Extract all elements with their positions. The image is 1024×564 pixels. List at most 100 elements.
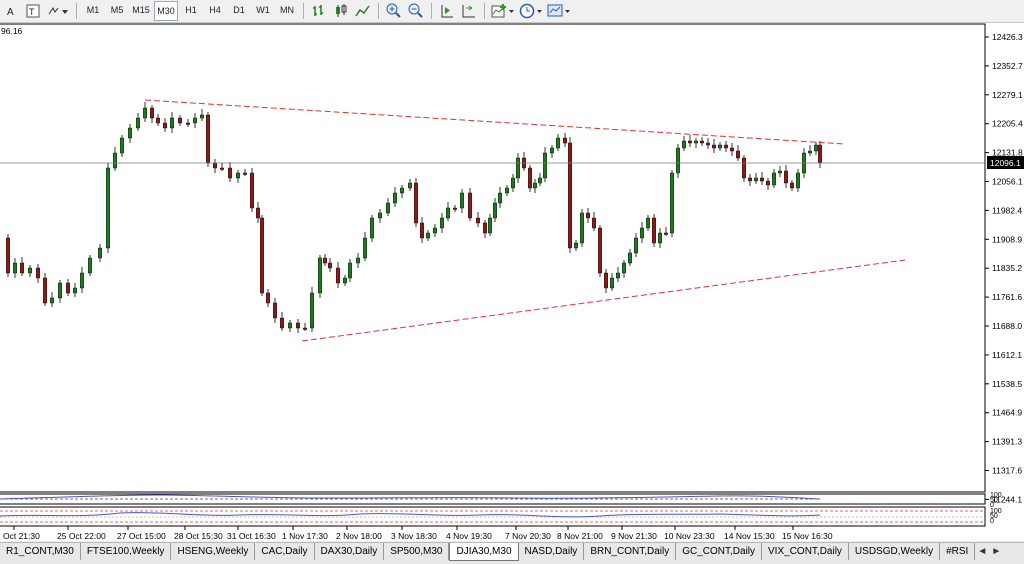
bearish-candle bbox=[730, 147, 735, 152]
candlestick-chart-icon[interactable] bbox=[331, 2, 351, 20]
bullish-candle bbox=[556, 137, 561, 149]
timeframe-d1-button[interactable]: D1 bbox=[228, 1, 250, 19]
bullish-candle bbox=[370, 217, 375, 239]
chart-tab[interactable]: USDSGD,Weekly bbox=[849, 543, 941, 560]
tab-scroll-right-icon[interactable]: ► bbox=[989, 543, 1003, 560]
svg-text:T: T bbox=[29, 7, 35, 17]
bearish-candle bbox=[476, 217, 481, 224]
bearish-candle bbox=[227, 167, 232, 179]
price-tick-label: 11835.2 bbox=[992, 263, 1022, 273]
bullish-candle bbox=[343, 277, 348, 284]
price-tick-label: 11908.9 bbox=[992, 234, 1022, 244]
bullish-candle bbox=[169, 117, 174, 129]
bearish-candle bbox=[280, 317, 285, 329]
bullish-candle bbox=[634, 237, 639, 254]
chart-window[interactable]: 12426.3 12352.7 12279.1 12205.4 12131.8 12056… bbox=[0, 23, 1024, 541]
tab-list: R1_CONT,M30 FTSE100,Weekly HSENG,Weekly CAC… bbox=[0, 543, 976, 561]
tab-scroll-left-icon[interactable]: ◄ bbox=[975, 543, 989, 560]
bar-chart-icon[interactable] bbox=[309, 2, 329, 20]
current-price-label: 12096.1 bbox=[990, 158, 1021, 168]
timeframe-h1-button[interactable]: H1 bbox=[180, 1, 202, 19]
bullish-candle bbox=[112, 152, 117, 169]
bullish-candle bbox=[622, 262, 627, 274]
chart-tab[interactable]: GC_CONT,Daily bbox=[676, 543, 763, 560]
chart-tab[interactable]: #RSI bbox=[940, 543, 976, 560]
templates-icon[interactable] bbox=[546, 2, 572, 20]
price-tick-label: 11761.6 bbox=[992, 292, 1022, 302]
bearish-candle bbox=[724, 144, 729, 149]
price-tick-label: 11612.1 bbox=[992, 350, 1022, 360]
timeframe-mn-button[interactable]: MN bbox=[276, 1, 298, 19]
bearish-candle bbox=[790, 182, 795, 189]
text-label-icon[interactable]: T bbox=[23, 2, 43, 20]
time-tick-label: 8 Nov 21:00 bbox=[557, 531, 603, 541]
bullish-candle bbox=[808, 150, 813, 154]
time-tick-label: 31 Oct 16:30 bbox=[227, 531, 276, 541]
toolbar-separator bbox=[76, 3, 77, 19]
chart-tab[interactable]: R1_CONT,M30 bbox=[0, 543, 81, 560]
bullish-candle bbox=[400, 187, 405, 194]
chart-tab[interactable]: NASD,Daily bbox=[519, 543, 585, 560]
periods-icon[interactable] bbox=[518, 2, 544, 20]
chart-tab[interactable]: VIX_CONT,Daily bbox=[762, 543, 849, 560]
time-tick-label: 27 Oct 15:00 bbox=[117, 531, 166, 541]
price-tick-label: 12056.1 bbox=[992, 177, 1023, 187]
price-tick-label: 11538.5 bbox=[992, 379, 1022, 389]
price-tick-label: 11982.4 bbox=[992, 205, 1022, 215]
timeframe-m1-button[interactable]: M1 bbox=[82, 1, 104, 19]
bullish-candle bbox=[460, 192, 465, 209]
chart-toolbar: A T M1 M5 M15 M30 H1 H4 D1 W1 MN bbox=[0, 0, 1024, 23]
bullish-candle bbox=[574, 242, 579, 249]
indicators-icon[interactable] bbox=[490, 2, 516, 20]
autoscroll-icon[interactable] bbox=[459, 2, 479, 20]
timeframe-h4-button[interactable]: H4 bbox=[204, 1, 226, 19]
bullish-candle bbox=[694, 140, 699, 144]
chart-tab[interactable]: HSENG,Weekly bbox=[171, 543, 256, 560]
bullish-candle bbox=[580, 212, 585, 244]
bullish-candle bbox=[488, 217, 493, 234]
bullish-candle bbox=[235, 172, 240, 179]
bearish-candle bbox=[784, 170, 789, 184]
timeframe-w1-button[interactable]: W1 bbox=[252, 1, 274, 19]
chart-tab[interactable]: FTSE100,Weekly bbox=[81, 543, 172, 560]
time-tick-label: 9 Nov 21:30 bbox=[611, 531, 657, 541]
bearish-candle bbox=[766, 180, 771, 186]
time-tick-label: 14 Nov 15:30 bbox=[724, 531, 775, 541]
indicator2-label-low: 0 bbox=[990, 518, 994, 525]
bullish-candle bbox=[87, 257, 92, 274]
bearish-candle bbox=[688, 140, 693, 144]
bearish-candle bbox=[5, 237, 10, 274]
bullish-candle bbox=[440, 217, 445, 229]
price-tick-label: 12352.7 bbox=[992, 61, 1023, 71]
text-tool-icon[interactable]: A bbox=[1, 2, 21, 20]
chart-tab[interactable]: SP500,M30 bbox=[384, 543, 450, 560]
timeframe-m15-button[interactable]: M15 bbox=[130, 1, 152, 19]
chart-tab[interactable]: BRN_CONT,Daily bbox=[584, 543, 677, 560]
bearish-candle bbox=[296, 322, 301, 329]
bearish-candle bbox=[256, 207, 261, 219]
bullish-candle bbox=[814, 144, 819, 152]
chart-tab[interactable]: CAC,Daily bbox=[255, 543, 315, 560]
bullish-candle bbox=[718, 144, 723, 149]
price-chart[interactable]: 12426.312352.712279.112205.412131.812056… bbox=[0, 23, 1024, 541]
bullish-candle bbox=[446, 207, 451, 219]
chart-tab[interactable]: DAX30,Daily bbox=[315, 543, 385, 560]
time-tick-label: 4 Nov 19:30 bbox=[446, 531, 492, 541]
zoom-in-icon[interactable] bbox=[384, 2, 404, 20]
timeframe-m30-button[interactable]: M30 bbox=[154, 1, 178, 21]
chart-tab[interactable]: DJIA30,M30 bbox=[449, 543, 519, 561]
bearish-candle bbox=[242, 172, 247, 175]
zoom-out-icon[interactable] bbox=[406, 2, 426, 20]
bullish-candle bbox=[348, 262, 353, 279]
bearish-candle bbox=[414, 182, 419, 224]
bullish-candle bbox=[538, 177, 543, 184]
bearish-candle bbox=[155, 117, 160, 124]
arrows-tool-icon[interactable] bbox=[45, 2, 71, 20]
bearish-candle bbox=[528, 167, 533, 189]
bullish-candle bbox=[511, 177, 516, 189]
timeframe-m5-button[interactable]: M5 bbox=[106, 1, 128, 19]
bullish-candle bbox=[682, 140, 687, 149]
chart-shift-icon[interactable] bbox=[437, 2, 457, 20]
bearish-candle bbox=[652, 217, 657, 244]
line-chart-icon[interactable] bbox=[353, 2, 373, 20]
